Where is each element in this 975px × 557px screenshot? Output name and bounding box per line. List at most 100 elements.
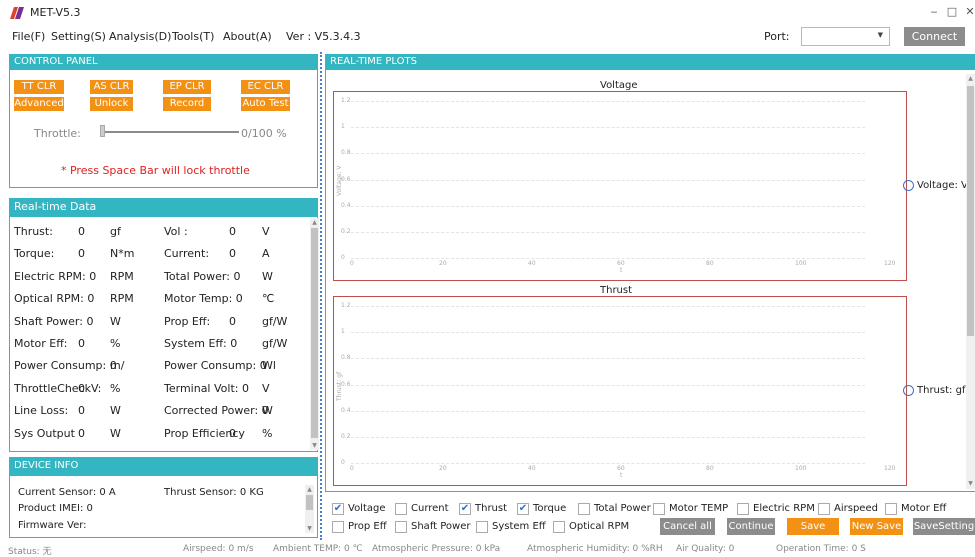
operation-time-status: Operation Time: 0 S bbox=[776, 544, 866, 554]
y-tick-label: 0.8 bbox=[341, 354, 351, 362]
series-checkbox-label[interactable]: Electric RPM bbox=[753, 503, 815, 514]
realtime-label: Corrected Power: 0 bbox=[164, 404, 269, 418]
scroll-down-icon[interactable]: ▼ bbox=[310, 441, 319, 450]
series-checkbox-label[interactable]: Shaft Power bbox=[411, 521, 471, 532]
scroll-up-icon[interactable]: ▲ bbox=[966, 74, 975, 83]
grid-line bbox=[351, 205, 865, 207]
plots-scroll-thumb[interactable] bbox=[967, 86, 974, 336]
scroll-up-icon[interactable]: ▲ bbox=[305, 485, 314, 494]
plot-area[interactable] bbox=[333, 91, 907, 281]
realtime-value: 0 bbox=[78, 426, 85, 440]
series-checkbox[interactable] bbox=[395, 521, 407, 533]
tt-clr-button[interactable]: TT CLR bbox=[14, 80, 64, 94]
series-checkbox[interactable]: ✔ bbox=[459, 503, 471, 515]
x-tick-label: 60 bbox=[617, 260, 625, 267]
series-checkbox-label[interactable]: Prop Eff bbox=[348, 521, 387, 532]
throttle-slider-handle[interactable] bbox=[100, 125, 105, 137]
chevron-down-icon: ▼ bbox=[877, 31, 883, 39]
legend-marker-icon[interactable] bbox=[903, 385, 914, 396]
menu-setting[interactable]: Setting(S) bbox=[51, 30, 106, 43]
plots-scrollbar[interactable]: ▲ ▼ bbox=[966, 74, 975, 489]
device-scroll-thumb[interactable] bbox=[306, 495, 313, 510]
save-setting-button[interactable]: SaveSetting bbox=[913, 518, 975, 535]
series-checkbox[interactable] bbox=[885, 503, 897, 515]
legend-marker-icon[interactable] bbox=[903, 180, 914, 191]
product-imei-value: Product IMEI: 0 bbox=[18, 503, 93, 514]
scroll-down-icon[interactable]: ▼ bbox=[305, 524, 314, 533]
throttle-slider-track[interactable] bbox=[101, 131, 239, 133]
scroll-up-icon[interactable]: ▲ bbox=[310, 218, 319, 227]
close-icon[interactable]: ✕ bbox=[962, 4, 975, 20]
realtime-label: Torque: bbox=[14, 247, 55, 261]
panel-splitter[interactable] bbox=[320, 52, 322, 540]
menu-about[interactable]: About(A) bbox=[223, 30, 272, 43]
device-info-scrollbar[interactable]: ▲ ▼ bbox=[305, 485, 314, 533]
series-checkbox-label[interactable]: Thrust bbox=[475, 503, 507, 514]
advanced-button[interactable]: Advanced bbox=[14, 97, 64, 111]
new-save-button[interactable]: New Save bbox=[850, 518, 903, 535]
legend-label[interactable]: Thrust: gf bbox=[917, 385, 965, 396]
series-checkbox[interactable]: ✔ bbox=[332, 503, 344, 515]
auto-test-button[interactable]: Auto Test bbox=[241, 97, 290, 111]
ec-clr-button[interactable]: EC CLR bbox=[241, 80, 290, 94]
save-button[interactable]: Save bbox=[787, 518, 839, 535]
series-checkbox-label[interactable]: Motor TEMP bbox=[669, 503, 728, 514]
series-checkbox[interactable] bbox=[578, 503, 590, 515]
grid-line bbox=[351, 101, 865, 102]
y-tick-label: 0 bbox=[341, 459, 345, 466]
cancel-all-button[interactable]: Cancel all bbox=[660, 518, 715, 535]
x-tick-label: 100 bbox=[795, 260, 807, 267]
realtime-value: 0 bbox=[229, 314, 236, 328]
menu-analysis[interactable]: Analysis(D) bbox=[109, 30, 171, 43]
series-checkbox-label[interactable]: Optical RPM bbox=[569, 521, 629, 532]
grid-line bbox=[351, 258, 865, 259]
realtime-scrollbar[interactable]: ▲ ▼ bbox=[310, 218, 319, 450]
as-clr-button[interactable]: AS CLR bbox=[90, 80, 133, 94]
humidity-status: Atmospheric Humidity: 0 %RH bbox=[527, 544, 663, 554]
series-checkbox[interactable] bbox=[476, 521, 488, 533]
x-tick-label: 40 bbox=[528, 260, 536, 267]
connect-button[interactable]: Connect bbox=[904, 27, 965, 46]
port-select[interactable]: ▼ bbox=[801, 27, 890, 46]
series-checkbox[interactable] bbox=[818, 503, 830, 515]
legend-label[interactable]: Voltage: V bbox=[917, 180, 968, 191]
realtime-unit: RPM bbox=[110, 269, 134, 283]
x-tick-label: 20 bbox=[439, 260, 447, 267]
chart-title: Thrust bbox=[600, 285, 633, 296]
scroll-down-icon[interactable]: ▼ bbox=[966, 479, 975, 488]
series-checkbox[interactable] bbox=[395, 503, 407, 515]
continue-button[interactable]: Continue bbox=[727, 518, 775, 535]
unlock-button[interactable]: Unlock bbox=[90, 97, 133, 111]
realtime-label: Terminal Volt: 0 bbox=[164, 381, 249, 395]
series-checkbox-label[interactable]: Total Power bbox=[594, 503, 651, 514]
realtime-plots-header: REAL-TIME PLOTS bbox=[325, 54, 975, 69]
record-button[interactable]: Record bbox=[163, 97, 211, 111]
realtime-label: Motor Eff: bbox=[14, 337, 68, 350]
series-checkbox-label[interactable]: Current bbox=[411, 503, 449, 514]
maximize-icon[interactable]: □ bbox=[944, 4, 960, 20]
menu-tools[interactable]: Tools(T) bbox=[172, 30, 214, 43]
ep-clr-button[interactable]: EP CLR bbox=[163, 80, 211, 94]
airspeed-status: Airspeed: 0 m/s bbox=[183, 544, 254, 554]
series-checkbox-label[interactable]: Motor Eff bbox=[901, 503, 946, 514]
plot-area[interactable] bbox=[333, 296, 907, 486]
realtime-unit: gf/W bbox=[262, 337, 288, 350]
menu-file[interactable]: File(F) bbox=[12, 30, 45, 43]
minimize-icon[interactable]: ‒ bbox=[926, 4, 942, 20]
series-checkbox-label[interactable]: Airspeed bbox=[834, 503, 878, 514]
series-checkbox-label[interactable]: Torque bbox=[533, 503, 566, 514]
y-tick-label: 1 bbox=[341, 123, 345, 131]
series-checkbox-label[interactable]: System Eff bbox=[492, 521, 546, 532]
realtime-unit: gf/W bbox=[262, 314, 288, 328]
series-checkbox[interactable] bbox=[653, 503, 665, 515]
series-checkbox[interactable] bbox=[553, 521, 565, 533]
series-checkbox-label[interactable]: Voltage bbox=[348, 503, 386, 514]
y-tick-label: 1.2 bbox=[341, 302, 351, 309]
grid-line bbox=[351, 332, 865, 334]
x-tick-label: 120 bbox=[884, 465, 896, 472]
realtime-scroll-thumb[interactable] bbox=[311, 228, 318, 438]
series-checkbox[interactable] bbox=[737, 503, 749, 515]
series-checkbox[interactable]: ✔ bbox=[517, 503, 529, 515]
series-checkbox[interactable] bbox=[332, 521, 344, 533]
x-tick-label: 60 bbox=[617, 465, 625, 472]
